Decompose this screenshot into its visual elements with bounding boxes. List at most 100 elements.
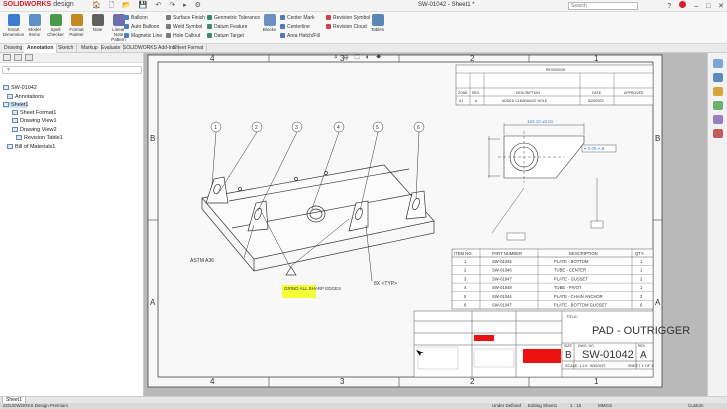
ribbon-col1-item-1[interactable]: Auto Balloon: [124, 24, 159, 30]
ribbon-item-icon: [326, 24, 331, 29]
ribbon-col1-item-0[interactable]: Balloon: [124, 15, 148, 21]
config-tab-icon[interactable]: [25, 54, 33, 61]
zone-row-b-left: B: [150, 134, 155, 143]
ribbon-button-label: Smart Dimension: [2, 27, 25, 37]
status-constraint: Under Defined: [492, 403, 522, 408]
tree-item[interactable]: Revision Table1: [16, 135, 63, 141]
tree-item[interactable]: Bill of Materials1: [7, 144, 55, 150]
ribbon-col4-item-1[interactable]: Centerline: [280, 24, 310, 30]
close-button[interactable]: ✕: [718, 3, 724, 10]
resources-icon[interactable]: [713, 59, 723, 68]
ribbon-button-4[interactable]: Note: [86, 12, 109, 44]
feature-tree-tab-icon[interactable]: [3, 54, 11, 61]
zone-col-2-top: 2: [470, 54, 475, 63]
ribbon-item-label: Balloon: [131, 15, 148, 21]
ribbon-col4-item-0[interactable]: Center Mark: [280, 15, 315, 21]
tables-button[interactable]: Tables: [366, 12, 389, 44]
ribbon-item-icon: [166, 15, 171, 20]
ribbon-col3-item-0[interactable]: Geometric Tolerance: [207, 15, 260, 21]
tab-sheet-format[interactable]: Sheet Format: [170, 44, 208, 53]
tab-sketch[interactable]: Sketch: [55, 44, 78, 53]
tree-item[interactable]: Drawing View1: [12, 118, 57, 124]
ribbon-button-3[interactable]: Format Painter: [65, 12, 88, 44]
zone-col-3-bottom: 3: [340, 377, 345, 386]
ribbon-col2-item-1[interactable]: Weld Symbol: [166, 24, 202, 30]
ribbon-item-label: Revision Cloud: [333, 24, 367, 30]
quick-access-toolbar[interactable]: 🏠 🗋 📂 💾 ↶ ↷ ▸ ⚙: [92, 1, 204, 12]
search-input[interactable]: Search: [568, 2, 638, 10]
bom-header-item: ITEM NO.: [454, 251, 473, 256]
ribbon-col3-item-1[interactable]: Datum Feature: [207, 24, 247, 30]
bom-cell: SW-01046: [492, 268, 512, 273]
balloon-1: 1: [214, 125, 217, 131]
ribbon-button-icon: [112, 14, 125, 26]
zone-row-a-left: A: [150, 298, 156, 307]
tree-item[interactable]: Annotations: [7, 94, 44, 100]
ribbon-col5-item-1[interactable]: Revision Cloud: [326, 24, 367, 30]
ribbon-col4-item-2[interactable]: Area Hatch/Fill: [280, 33, 320, 39]
balloon-5: 5: [376, 125, 379, 131]
ribbon-item-label: Weld Symbol: [173, 24, 203, 30]
ribbon-item-icon: [207, 33, 212, 38]
ribbon-button-icon: [91, 14, 104, 26]
balloon-2: 2: [255, 125, 258, 131]
ribbon-col1-item-2[interactable]: Magnetic Line: [124, 33, 162, 39]
ribbon-button-icon: [7, 14, 20, 26]
status-scale[interactable]: 1 : 10: [570, 403, 581, 409]
feature-manager-panel: ▼ SW-01042 Annotations Sheet1 Sheet Format1…: [0, 53, 144, 396]
blocks-button[interactable]: Blocks: [258, 12, 281, 44]
property-tab-icon[interactable]: [14, 54, 22, 61]
tree-item[interactable]: Sheet Format1: [12, 110, 56, 116]
rev-cell-zone: A1: [459, 99, 463, 103]
tree-item-label: Bill of Materials1: [15, 144, 56, 150]
tree-item-label: Sheet Format1: [20, 110, 57, 116]
graphics-area[interactable]: ⌕ ⊕ ⬚ ◐ ☀ 4 3 2 1 4 3 2 1 B A B A REVISI…: [144, 53, 707, 396]
revision-title: REVISIONS: [546, 68, 566, 72]
ribbon-col5-item-0[interactable]: Revision Symbol: [326, 15, 370, 21]
ribbon-item-label: Datum Target: [214, 33, 244, 39]
bom-table[interactable]: ITEM NO. PART NUMBER DESCRIPTION QTY.: [451, 248, 654, 310]
blocks-icon: [263, 14, 276, 26]
ribbon-item-icon: [280, 15, 285, 20]
minimize-button[interactable]: –: [694, 3, 698, 10]
help-icon[interactable]: ?: [667, 3, 671, 10]
zone-col-1-bottom: 1: [594, 377, 599, 386]
ribbon-button-1[interactable]: Model Items: [23, 12, 46, 44]
title-block[interactable]: [413, 310, 654, 378]
maximize-button[interactable]: □: [706, 3, 710, 10]
file-explorer-icon[interactable]: [713, 87, 723, 96]
zone-col-4-top: 4: [210, 54, 215, 63]
ribbon-button-2[interactable]: Spell Checker: [44, 12, 67, 44]
bom-header-qty: QTY.: [635, 251, 644, 256]
zone-col-4-bottom: 4: [210, 377, 215, 386]
view-palette-icon[interactable]: [713, 101, 723, 110]
ribbon-item-icon: [326, 15, 331, 20]
tab-annotation[interactable]: Annotation: [24, 44, 58, 53]
custom-properties-icon[interactable]: [713, 129, 723, 138]
tree-item[interactable]: Drawing View2: [12, 127, 57, 133]
appearances-icon[interactable]: [713, 115, 723, 124]
status-units[interactable]: MMGS: [598, 403, 612, 409]
tree-item[interactable]: SW-01042: [3, 85, 37, 91]
user-avatar[interactable]: [679, 1, 687, 8]
revision-table[interactable]: REVISIONS ZONE REV. DESCRIPTION DATE APP…: [455, 64, 654, 106]
ribbon-col2-item-0[interactable]: Surface Finish: [166, 15, 205, 21]
heads-up-toolbar[interactable]: ⌕ ⊕ ⬚ ◐ ☀: [334, 54, 383, 62]
ribbon-item-icon: [207, 15, 212, 20]
tab-drawing[interactable]: Drawing: [1, 44, 27, 53]
title-label: TITLE:: [566, 314, 578, 319]
drawing-sheet[interactable]: 4 3 2 1 4 3 2 1 B A B A REVISIONS ZONE R…: [144, 53, 707, 396]
tree-filter-input[interactable]: ▼: [2, 66, 142, 74]
ribbon-button-label: Model Items: [28, 27, 41, 37]
design-library-icon[interactable]: [713, 73, 723, 82]
ribbon-item-icon: [207, 24, 212, 29]
ribbon-button-0[interactable]: Smart Dimension: [2, 12, 25, 44]
rev-header-description: DESCRIPTION: [516, 91, 540, 95]
tree-item[interactable]: Sheet1: [3, 102, 29, 108]
drawing-title: PAD - OUTRIGGER: [592, 325, 690, 337]
status-custom[interactable]: Custom: [688, 403, 704, 409]
command-manager-ribbon: Smart Dimension Model Items Spell Checker F…: [0, 12, 727, 44]
ribbon-col2-item-2[interactable]: Hole Callout: [166, 33, 200, 39]
ribbon-col3-item-2[interactable]: Datum Target: [207, 33, 244, 39]
tree-node-icon: [12, 127, 18, 132]
